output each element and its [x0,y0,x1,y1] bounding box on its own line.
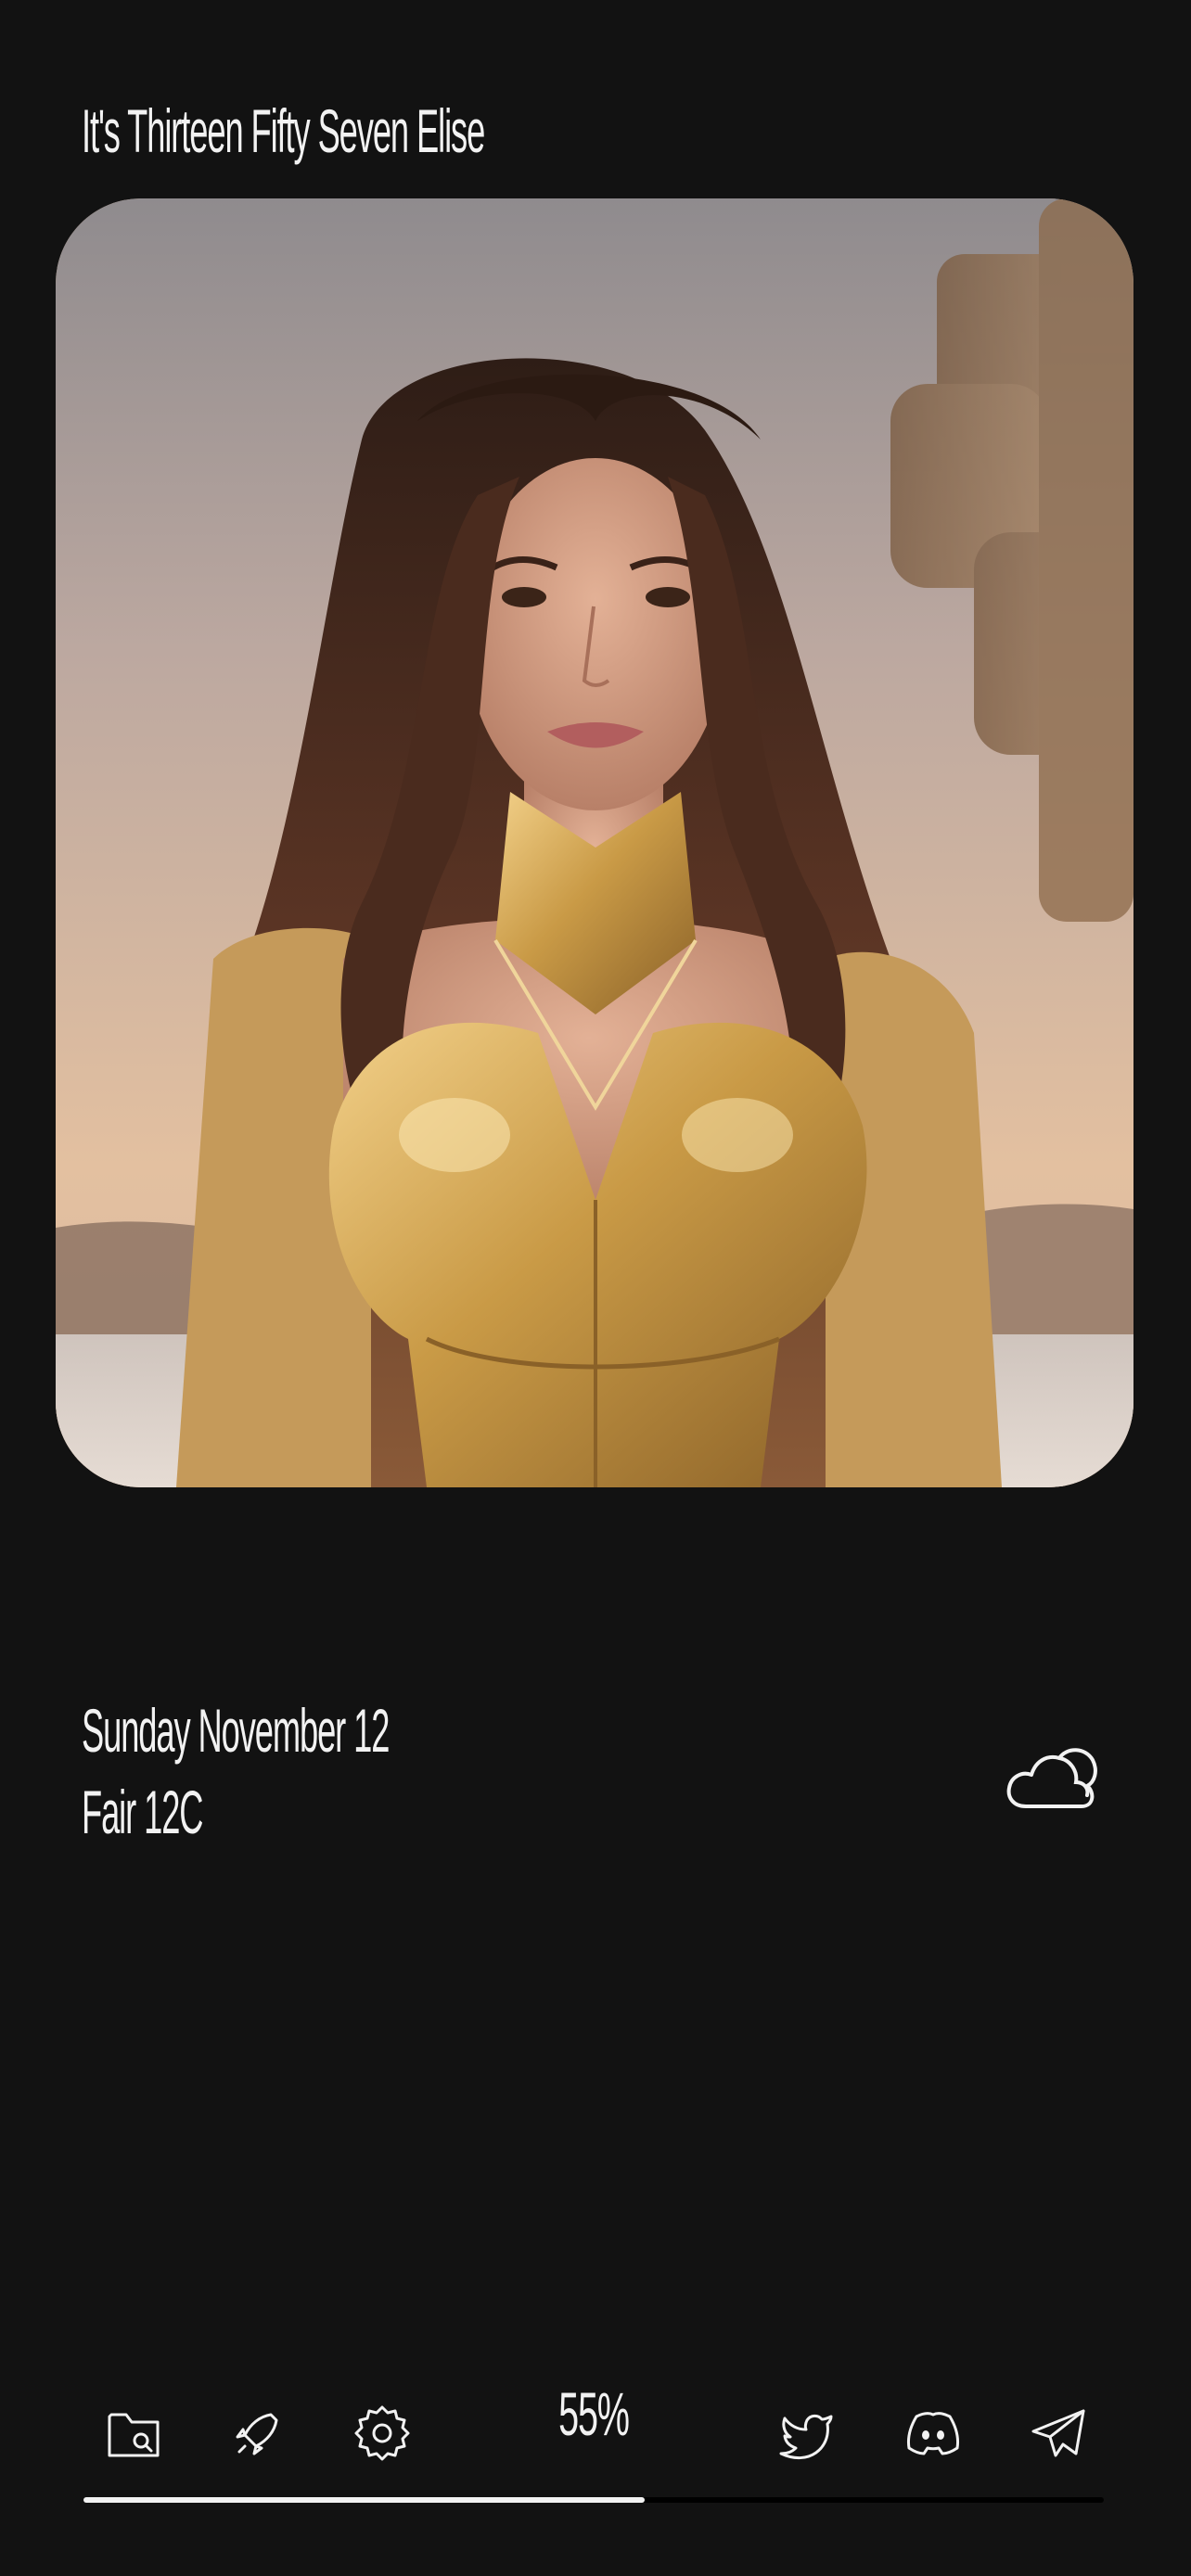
settings-gear-icon[interactable] [352,2404,412,2463]
twitter-bird-icon[interactable] [777,2404,837,2463]
portrait-photo [56,198,1133,1487]
battery-percentage: 55% [558,2379,630,2448]
rocket-icon[interactable] [228,2404,288,2463]
date-weather-block: Sunday November 12 Fair 12C [82,1690,640,1853]
cloud-icon[interactable] [1005,1734,1098,1812]
wallpaper-photo-card[interactable] [56,198,1133,1487]
battery-progress-bar [83,2497,1104,2503]
telegram-icon[interactable] [1030,2404,1089,2463]
discord-icon[interactable] [903,2404,963,2463]
weather-text: Fair 12C [82,1778,203,1846]
greeting-text: It's Thirteen Fifty Seven Elise [82,96,485,165]
date-text: Sunday November 12 [82,1696,390,1765]
battery-progress-fill [83,2497,645,2503]
folder-search-icon[interactable] [104,2404,163,2463]
bottom-dock: 55% [0,2383,1191,2476]
